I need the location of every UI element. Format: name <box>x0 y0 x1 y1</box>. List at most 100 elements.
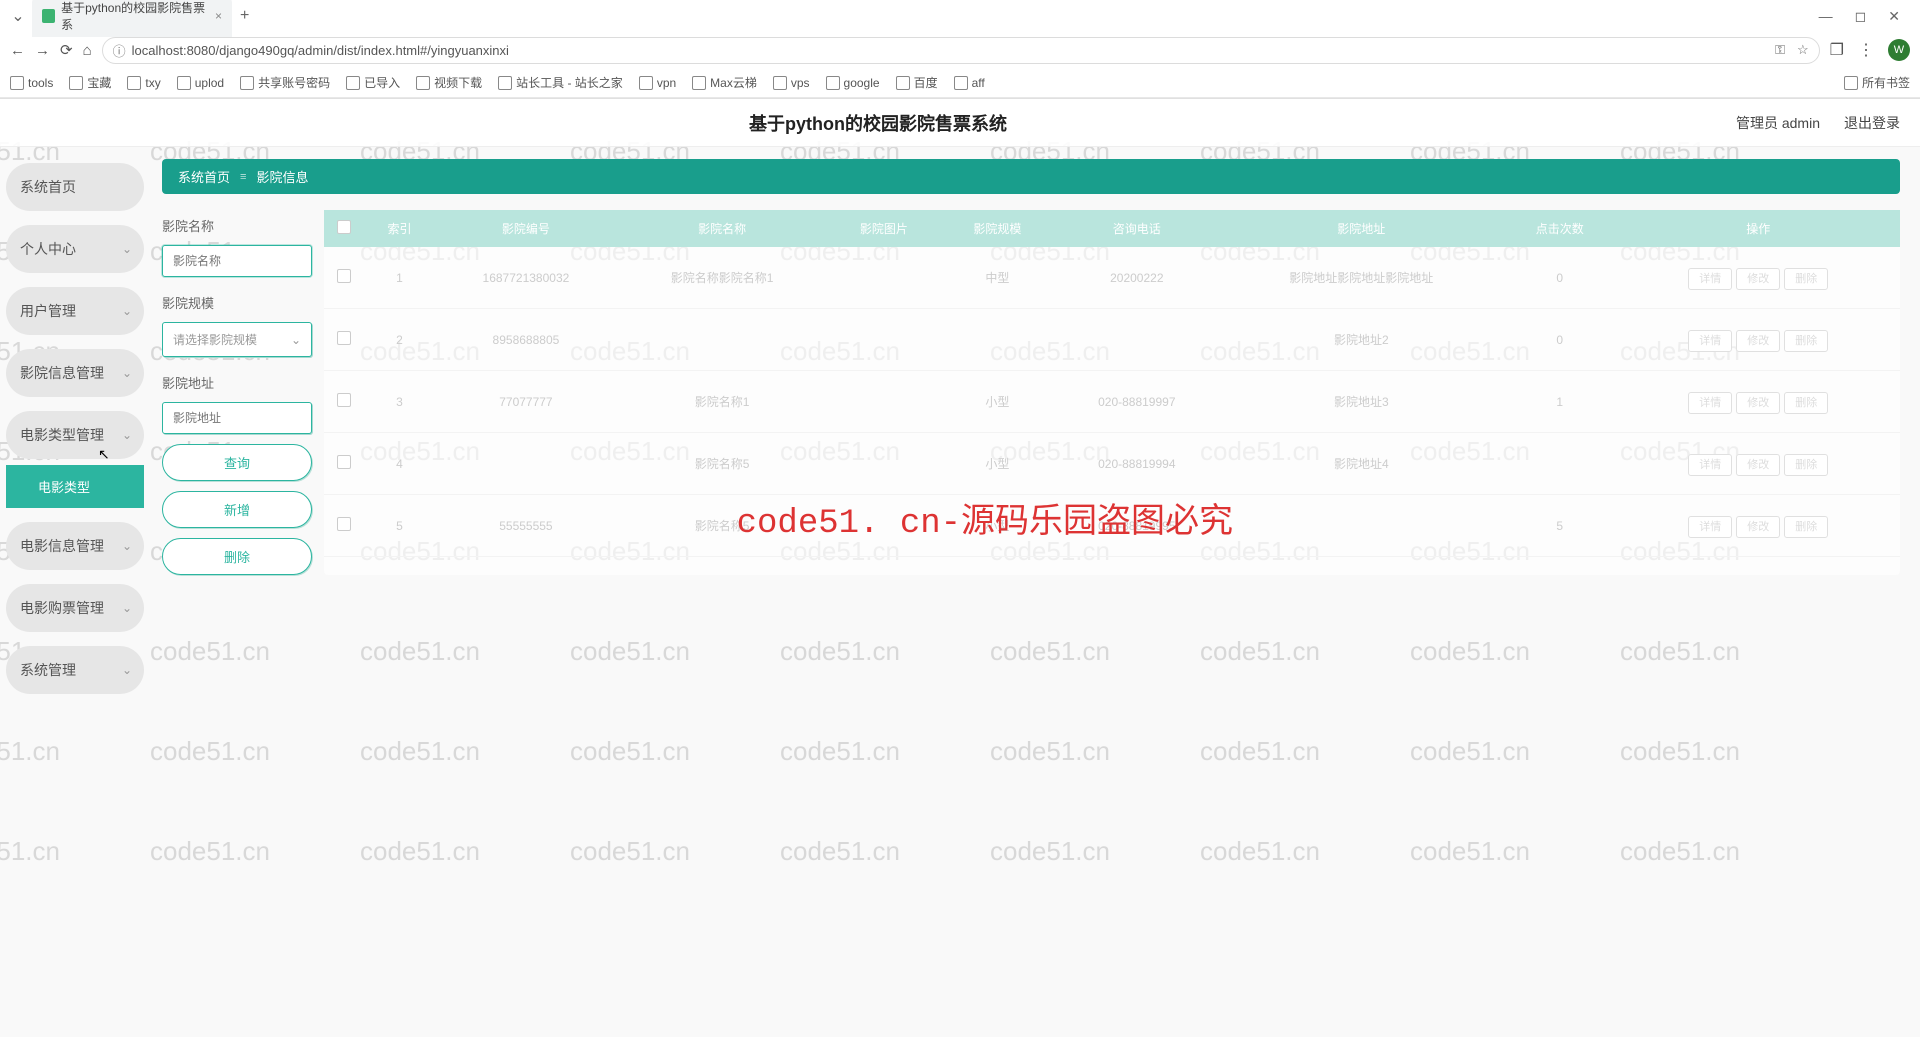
bookmark-item[interactable]: txy <box>127 74 160 91</box>
bookmark-item[interactable]: 已导入 <box>346 74 400 91</box>
profile-avatar[interactable]: W <box>1888 39 1910 61</box>
folder-icon <box>692 76 706 90</box>
folder-icon <box>346 76 360 90</box>
bookmark-star-icon[interactable]: ☆ <box>1797 42 1809 58</box>
bookmark-item[interactable]: Max云梯 <box>692 74 757 91</box>
detail-button[interactable]: 详情 <box>1688 268 1732 290</box>
folder-icon <box>1844 76 1858 90</box>
delete-button[interactable]: 删除 <box>162 538 312 575</box>
menu-icon[interactable]: ⋮ <box>1858 40 1874 60</box>
minimize-icon[interactable]: — <box>1819 8 1833 25</box>
page-title: 基于python的校园影院售票系统 <box>20 110 1736 136</box>
search-button[interactable]: 查询 <box>162 444 312 481</box>
bookmark-item[interactable]: uplod <box>177 74 224 91</box>
bookmark-item[interactable]: vpn <box>639 74 676 91</box>
bookmark-item[interactable]: google <box>826 74 880 91</box>
forward-icon[interactable]: → <box>35 42 50 59</box>
tab-close-icon[interactable]: × <box>215 9 222 23</box>
row-delete-button[interactable]: 删除 <box>1784 516 1828 538</box>
cinema-address-input[interactable] <box>162 402 312 434</box>
data-table-area: 索引影院编号影院名称影院图片影院规模咨询电话影院地址点击次数操作 1168772… <box>324 210 1900 575</box>
reload-icon[interactable]: ⟳ <box>60 41 73 59</box>
window-controls: — ◻ ✕ <box>1819 8 1912 25</box>
bookmark-item[interactable]: vps <box>773 74 810 91</box>
logout-link[interactable]: 退出登录 <box>1844 113 1900 133</box>
folder-icon <box>826 76 840 90</box>
sidebar-subitem-active[interactable]: 电影类型 <box>6 465 144 508</box>
filter-scale-label: 影院规模 <box>162 293 312 312</box>
edit-button[interactable]: 修改 <box>1736 516 1780 538</box>
table-header: 影院图片 <box>827 210 940 247</box>
bookmark-item[interactable]: 宝藏 <box>69 74 111 91</box>
tabs-dropdown[interactable]: ⌄ <box>8 6 28 26</box>
row-checkbox[interactable] <box>337 269 351 283</box>
bookmark-item[interactable]: 站长工具 - 站长之家 <box>498 74 623 91</box>
breadcrumb-home[interactable]: 系统首页 <box>178 167 230 186</box>
row-delete-button[interactable]: 删除 <box>1784 454 1828 476</box>
table-header: 影院编号 <box>435 210 617 247</box>
filter-panel: 影院名称 影院规模 请选择影院规模 ⌄ 影院地址 查询 新增 删除 <box>162 210 312 575</box>
sidebar-item[interactable]: 用户管理 <box>6 287 144 335</box>
bookmark-bar: tools 宝藏 txy uplod 共享账号密码已导入视频下载站长工具 - 站长之家 v… <box>0 68 1920 98</box>
row-delete-button[interactable]: 删除 <box>1784 392 1828 414</box>
folder-icon <box>954 76 968 90</box>
app-header: 基于python的校园影院售票系统 管理员 admin 退出登录 <box>0 99 1920 147</box>
sidebar-item[interactable]: 系统管理 <box>6 646 144 694</box>
home-icon[interactable]: ⌂ <box>83 42 92 59</box>
detail-button[interactable]: 详情 <box>1688 392 1732 414</box>
bookmark-item[interactable]: 视频下载 <box>416 74 482 91</box>
bookmark-item[interactable]: 共享账号密码 <box>240 74 330 91</box>
all-bookmarks[interactable]: 所有书签 <box>1844 74 1910 91</box>
site-info-icon[interactable]: ⓘ <box>113 41 126 60</box>
table-header: 影院地址 <box>1220 210 1504 247</box>
tab-bar: ⌄ 基于python的校园影院售票系 × + — ◻ ✕ <box>0 0 1920 32</box>
sidebar-item[interactable]: 影院信息管理 <box>6 349 144 397</box>
folder-icon <box>773 76 787 90</box>
row-checkbox[interactable] <box>337 393 351 407</box>
close-window-icon[interactable]: ✕ <box>1888 8 1900 25</box>
breadcrumb-current: 影院信息 <box>256 167 308 186</box>
edit-button[interactable]: 修改 <box>1736 454 1780 476</box>
row-checkbox[interactable] <box>337 517 351 531</box>
cinema-name-input[interactable] <box>162 245 312 277</box>
row-checkbox[interactable] <box>337 455 351 469</box>
address-bar[interactable]: ⓘ localhost:8080/django490gq/admin/dist/… <box>102 37 1820 64</box>
content-area: 系统首页 ≡ 影院信息 影院名称 影院规模 请选择影院规模 ⌄ 影院地址 查询 … <box>150 147 1920 1037</box>
bookmark-item[interactable]: aff <box>954 74 985 91</box>
password-icon[interactable]: ⚿ <box>1775 42 1785 58</box>
detail-button[interactable]: 详情 <box>1688 330 1732 352</box>
edit-button[interactable]: 修改 <box>1736 392 1780 414</box>
folder-icon <box>498 76 512 90</box>
select-all-checkbox[interactable] <box>337 220 351 234</box>
bookmark-item[interactable]: tools <box>10 74 53 91</box>
table-header: 咨询电话 <box>1054 210 1220 247</box>
breadcrumb-sep-icon: ≡ <box>240 171 246 183</box>
edit-button[interactable]: 修改 <box>1736 330 1780 352</box>
cinema-scale-select[interactable]: 请选择影院规模 ⌄ <box>162 322 312 357</box>
address-row: ← → ⟳ ⌂ ⓘ localhost:8080/django490gq/adm… <box>0 32 1920 68</box>
row-checkbox[interactable] <box>337 331 351 345</box>
back-icon[interactable]: ← <box>10 42 25 59</box>
detail-button[interactable]: 详情 <box>1688 516 1732 538</box>
add-button[interactable]: 新增 <box>162 491 312 528</box>
table-header: 点击次数 <box>1503 210 1616 247</box>
table-row: 11687721380032影院名称影院名称1中型20200222影院地址影院地… <box>324 247 1900 309</box>
cinema-table: 索引影院编号影院名称影院图片影院规模咨询电话影院地址点击次数操作 1168772… <box>324 210 1900 557</box>
folder-icon <box>240 76 254 90</box>
extensions-icon[interactable]: ❐ <box>1830 40 1844 60</box>
maximize-icon[interactable]: ◻ <box>1855 8 1867 25</box>
new-tab-button[interactable]: + <box>240 7 249 25</box>
row-delete-button[interactable]: 删除 <box>1784 330 1828 352</box>
browser-tab[interactable]: 基于python的校园影院售票系 × <box>32 0 232 37</box>
row-delete-button[interactable]: 删除 <box>1784 268 1828 290</box>
url-text: localhost:8080/django490gq/admin/dist/in… <box>132 43 509 58</box>
sidebar-item[interactable]: 系统首页 <box>6 163 144 211</box>
chevron-down-icon: ⌄ <box>291 333 301 347</box>
sidebar-item[interactable]: 电影购票管理 <box>6 584 144 632</box>
sidebar-item[interactable]: 电影信息管理 <box>6 522 144 570</box>
detail-button[interactable]: 详情 <box>1688 454 1732 476</box>
sidebar-item[interactable]: 个人中心 <box>6 225 144 273</box>
bookmark-item[interactable]: 百度 <box>896 74 938 91</box>
edit-button[interactable]: 修改 <box>1736 268 1780 290</box>
sidebar-item[interactable]: 电影类型管理 <box>6 411 144 459</box>
